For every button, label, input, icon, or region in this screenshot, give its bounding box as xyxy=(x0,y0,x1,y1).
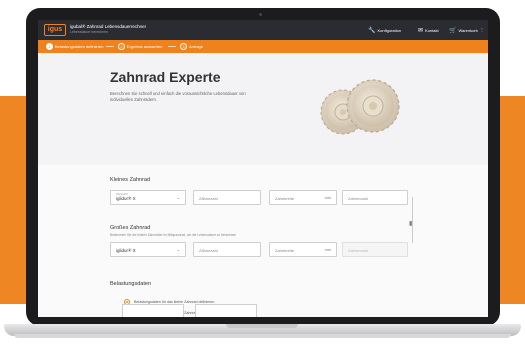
large-gear-icon xyxy=(346,79,400,133)
large-gear-material-select[interactable]: iglidur® X ⌄ xyxy=(110,242,186,257)
large-gear-title: Großes Zahnrad xyxy=(110,225,151,231)
step-connector xyxy=(106,46,114,47)
chevron-down-icon: ⌄ xyxy=(176,195,180,200)
large-gear-width-input[interactable]: Zahnbreite mm xyxy=(269,242,337,257)
small-gear-material-select[interactable]: Werkstoff iglidur® X ⌄ xyxy=(110,190,186,205)
step-connector xyxy=(168,46,176,47)
large-gear-subtitle: Bestimmen Sie die letzten Zahnräder im M… xyxy=(110,233,237,237)
nav-kontakt[interactable]: ✉ Kontakt xyxy=(418,27,439,34)
load-input-1[interactable] xyxy=(122,304,184,317)
wrench-icon: 🔧 xyxy=(368,28,376,34)
app-subtitle: Lebensdauer berechnen xyxy=(70,30,108,34)
link-icon[interactable]: ▮ xyxy=(409,220,412,227)
load-data-title: Belastungsdaten xyxy=(110,281,151,287)
app-title: igubal® Zahnrad Lebensdauerrechner xyxy=(70,24,147,29)
load-input-2[interactable] xyxy=(195,304,257,317)
step-2[interactable]: 2 Ergebnis auswerten xyxy=(118,43,162,50)
laptop-notch xyxy=(226,324,298,328)
large-gear-module-input: Zahnmodul xyxy=(342,242,408,257)
mail-icon: ✉ xyxy=(418,28,424,34)
app-header: igus igubal® Zahnrad Lebensdauerrechner … xyxy=(38,20,488,40)
chevron-down-icon: ⌄ xyxy=(176,247,180,252)
cart-icon: 🛒 xyxy=(449,28,457,34)
hero-description: Berechnen Sie schnell und einfach die vo… xyxy=(110,91,246,102)
step-1[interactable]: 1 Belastungsdaten definieren xyxy=(46,43,103,50)
laptop-base-shadow xyxy=(14,334,511,338)
hero-section xyxy=(38,53,488,165)
menu-dots-icon[interactable]: ⋮ xyxy=(480,27,484,32)
small-gear-title: Kleines Zahnrad xyxy=(110,177,151,183)
camera-dot xyxy=(259,13,262,16)
large-gear-teeth-input[interactable]: Zähnezahl xyxy=(193,242,261,257)
page-title: Zahnrad Experte xyxy=(110,69,221,85)
small-gear-width-input[interactable]: Zahnbreite mm xyxy=(269,190,337,205)
small-gear-module-input[interactable]: Zahnmodul xyxy=(342,190,408,205)
nav-warenkorb[interactable]: 🛒 Warenkorb xyxy=(449,27,478,34)
app-screen: igus igubal® Zahnrad Lebensdauerrechner … xyxy=(38,20,488,317)
igus-logo[interactable]: igus xyxy=(44,24,66,36)
gears-illustration xyxy=(320,79,400,135)
step-progress-bar: 1 Belastungsdaten definieren 2 Ergebnis au… xyxy=(38,40,488,53)
step-3[interactable]: 3 Anfrage xyxy=(180,43,203,50)
nav-konfiguration[interactable]: 🔧 Konfiguration xyxy=(368,27,401,34)
small-gear-teeth-input[interactable]: Zähnezahl xyxy=(193,190,261,205)
